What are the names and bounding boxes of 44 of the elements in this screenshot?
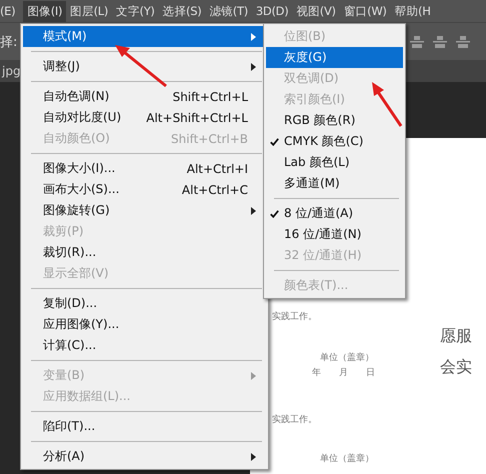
menu-item[interactable]: 调整(J) [23,56,266,77]
menu-bar-item[interactable]: 3D(D) [252,1,292,21]
menu-item[interactable]: CMYK 颜色(C) [266,131,403,152]
document-text: 实践工作。 [272,310,317,323]
document-text: 愿服 [440,326,472,347]
menu-item[interactable]: 分析(A) [23,446,266,467]
menu-bar-item[interactable]: 图像(I) [23,0,66,22]
menu-bar-item[interactable]: 图层(L) [66,0,112,22]
menu-bar-item[interactable]: 窗口(W) [340,0,391,22]
menu-item[interactable]: Lab 颜色(L) [266,152,403,173]
menu-bar-item[interactable]: 滤镜(T) [205,0,252,22]
menu-item[interactable]: 模式(M) [23,26,266,47]
menu-item[interactable]: RGB 颜色(R) [266,110,403,131]
menu-item[interactable]: 陷印(T)... [23,416,266,437]
menu-item[interactable]: 计算(C)... [23,335,266,356]
document-text: 年 月 日 [312,366,375,379]
menu-item[interactable]: 8 位/通道(A) [266,203,403,224]
menu-item[interactable]: 自动对比度(U) Alt+Shift+Ctrl+L [23,107,266,128]
menu-bar-item[interactable]: (E) [0,1,20,21]
menu-item[interactable]: 复制(D)... [23,293,266,314]
menu-item[interactable]: 画布大小(S)... Alt+Ctrl+C [23,179,266,200]
document-text: 单位（盖章） [320,452,374,465]
option-label: 择: [0,34,18,50]
menu-item[interactable]: 灰度(G) [266,47,403,68]
align-icon[interactable] [456,36,470,48]
document-text: 实践工作。 [272,414,317,426]
menu-item[interactable]: 裁切(R)... [23,242,266,263]
menu-item[interactable]: 图像旋转(G) [23,200,266,221]
menu-bar-item[interactable]: 文字(Y) [112,0,159,22]
menu-item[interactable]: 多通道(M) [266,173,403,194]
document-text: 单位（盖章） [320,351,374,364]
align-icon[interactable] [410,36,424,48]
menu-bar-item[interactable]: 选择(S) [158,0,206,22]
align-icon[interactable] [433,36,447,48]
annotation-arrow [372,82,402,127]
menu-item[interactable]: 16 位/通道(N) [266,224,403,245]
document-text: 会实 [440,357,472,378]
annotation-arrow [115,45,167,88]
menu-item[interactable]: 图像大小(I)... Alt+Ctrl+I [23,158,266,179]
menu-item[interactable]: 自动色调(N) Shift+Ctrl+L [23,86,266,107]
menu-bar-item[interactable]: 视图(V) [292,0,340,22]
menu-bar-item[interactable]: 帮助(H [390,0,435,22]
menu-item[interactable]: 应用图像(Y)... [23,314,266,335]
document-tab[interactable]: jpg [0,64,23,78]
